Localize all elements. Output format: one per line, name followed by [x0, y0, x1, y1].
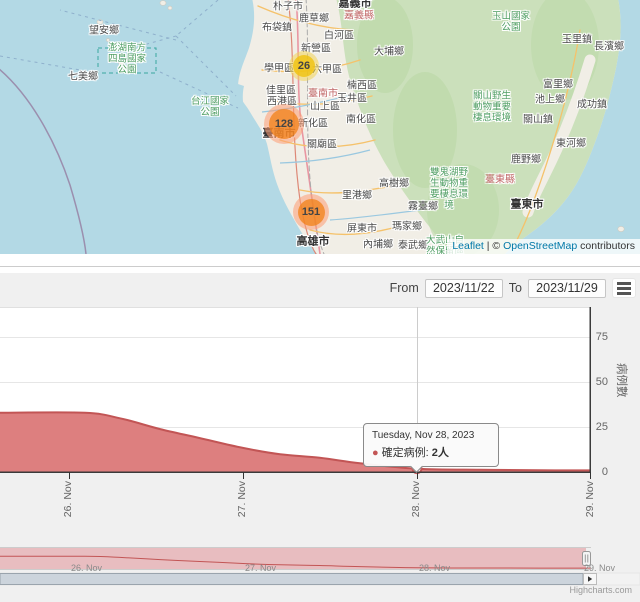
x-axis-tick-label: 27. Nov: [236, 481, 248, 527]
map-label: 瑪家鄉: [392, 221, 422, 233]
x-axis-tick-label: 28. Nov: [410, 481, 422, 527]
map-label: 臺南市: [308, 88, 338, 100]
from-label: From: [390, 281, 419, 295]
map-label: 澎湖南方 四島國家 公園: [108, 44, 146, 77]
marker-cluster[interactable]: 26: [289, 51, 319, 81]
map-label: 高樹鄉: [379, 178, 409, 190]
map-label: 鹿草鄉: [299, 13, 329, 25]
map-label: 關山野生 動物重要 棲息環境: [473, 92, 511, 125]
map-label: 嘉義縣: [344, 10, 374, 22]
to-label: To: [509, 281, 522, 295]
map-label: 七美鄉: [68, 71, 98, 83]
chart-tooltip: Tuesday, Nov 28, 2023 ●確定病例: 2人: [363, 423, 499, 467]
y-axis-tick-label: 50: [586, 376, 608, 388]
map-label: 臺東縣: [485, 174, 515, 186]
map-label: 大埔鄉: [374, 46, 404, 58]
navigator-tick-label: 29. Nov: [584, 563, 615, 573]
scrollbar-thumb[interactable]: [0, 574, 583, 585]
highcharts-credit[interactable]: Highcharts.com: [569, 585, 632, 595]
map-label: 玉里鎮: [562, 34, 592, 46]
map-attribution: Leaflet | © OpenStreetMap contributors: [447, 239, 640, 254]
map-label: 楠西區: [347, 80, 377, 92]
attribution-suffix: contributors: [577, 240, 635, 252]
cluster-count: 128: [275, 118, 293, 130]
tooltip-series-row: ●確定病例: 2人: [372, 444, 490, 460]
map-canvas[interactable]: 望安鄉七美鄉澎湖南方 四島國家 公園台江國家 公園 朴子市 嘉義市嘉義縣 鹿草鄉布袋鎮…: [0, 0, 640, 254]
tooltip-value: 2人: [432, 447, 449, 459]
date-from-input[interactable]: [425, 279, 503, 298]
epidemic-curve-chart: From To 75 50 25 0 病例數 26. Nov 27. Nov 2…: [0, 273, 640, 602]
map-label: 臺東市: [511, 199, 544, 212]
chart-menu-button[interactable]: [612, 278, 636, 298]
map-label: 內埔鄉: [363, 239, 393, 251]
scrollbar-right-button[interactable]: [584, 574, 597, 585]
marker-cluster[interactable]: 128: [264, 104, 304, 144]
x-axis-ticks: [70, 472, 591, 479]
y-axis-tick-label: 75: [586, 331, 608, 343]
cluster-count: 151: [302, 206, 320, 218]
map-label: 長濱鄉: [594, 41, 624, 53]
map-label: 泰武鄉: [398, 240, 428, 252]
date-to-input[interactable]: [528, 279, 606, 298]
cluster-count: 26: [298, 60, 310, 72]
y-axis-tick-label: 25: [586, 421, 608, 433]
map-label: 成功鎮: [577, 99, 607, 111]
chart-plot: [0, 273, 640, 602]
map-label: 山上區: [310, 101, 340, 113]
map-label: 屏東市: [347, 223, 377, 235]
y-axis-title: 病例數: [614, 363, 630, 398]
map-label: 關山鎮: [523, 114, 553, 126]
map-label: 玉井區: [337, 93, 367, 105]
map-label: 台江國家 公園: [191, 97, 229, 119]
navigator-tick-label: 28. Nov: [419, 563, 450, 573]
marker-cluster[interactable]: 151: [293, 194, 329, 230]
map-label: 東河鄉: [556, 138, 586, 150]
map-label: 池上鄉: [535, 94, 565, 106]
map-label: 霧臺鄉: [408, 201, 438, 213]
map-label: 白河區: [324, 30, 354, 42]
navigator-tick-label: 26. Nov: [71, 563, 102, 573]
map-label: 布袋鎮: [262, 22, 292, 34]
y-axis-tick-label: 0: [586, 466, 608, 478]
map-label: 關廟區: [307, 139, 337, 151]
openstreetmap-link[interactable]: OpenStreetMap: [503, 240, 577, 252]
leaflet-link[interactable]: Leaflet: [452, 240, 484, 252]
map-label: 鹿野鄉: [511, 154, 541, 166]
map-label: 嘉義市: [339, 0, 372, 10]
tooltip-date: Tuesday, Nov 28, 2023: [372, 430, 490, 441]
tooltip-series-name: 確定病例: [382, 447, 426, 459]
navigator-tick-label: 27. Nov: [245, 563, 276, 573]
map-label: 望安鄉: [89, 25, 119, 37]
x-axis-tick-label: 26. Nov: [62, 481, 74, 527]
range-selector: From To: [390, 278, 636, 298]
attribution-separator: | ©: [484, 240, 503, 252]
map-label: 高雄市: [297, 236, 330, 249]
map-label: 玉山國家 公園: [492, 12, 530, 34]
map-label: 南化區: [346, 114, 376, 126]
map-label: 富里鄉: [543, 79, 573, 91]
map-label: 佳里區: [266, 85, 296, 97]
series-bullet-icon: ●: [372, 447, 379, 459]
map-label: 朴子市: [273, 1, 303, 13]
x-axis-tick-label: 29. Nov: [584, 481, 596, 527]
section-divider: [0, 266, 640, 267]
map-label: 里港鄉: [342, 190, 372, 202]
